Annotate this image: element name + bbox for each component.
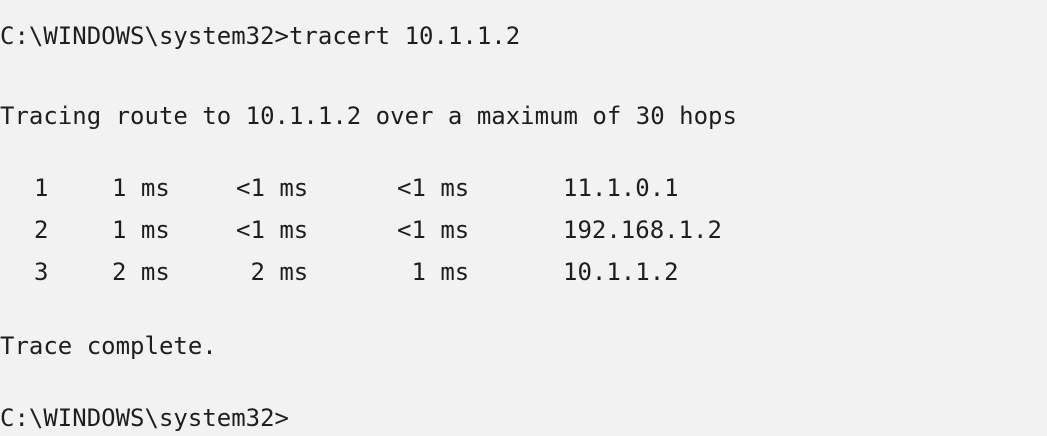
hop-time-3: 1 ms [397,258,470,286]
hop-time-2: <1 ms [236,174,309,202]
hop-row: 3 2 ms 2 ms 1 ms 10.1.1.2 [0,256,1047,288]
hop-row: 2 1 ms <1 ms <1 ms 192.168.1.2 [0,214,1047,246]
hop-time-2: <1 ms [236,216,309,244]
hop-address: 11.1.0.1 [563,174,679,202]
hop-number: 3 [34,258,49,286]
hop-time-1: 1 ms [112,216,170,244]
hop-time-2: 2 ms [236,258,309,286]
trace-header: Tracing route to 10.1.1.2 over a maximum… [0,102,737,130]
hop-time-3: <1 ms [397,216,470,244]
hop-number: 1 [34,174,49,202]
trace-footer: Trace complete. [0,332,217,360]
hop-time-3: <1 ms [397,174,470,202]
console-window[interactable]: C:\WINDOWS\system32>tracert 10.1.1.2 Tra… [0,0,1047,436]
hop-row: 1 1 ms <1 ms <1 ms 11.1.0.1 [0,172,1047,204]
command-line: C:\WINDOWS\system32>tracert 10.1.1.2 [0,22,521,50]
hop-address: 192.168.1.2 [563,216,722,244]
command-prompt[interactable]: C:\WINDOWS\system32> [0,402,289,434]
hop-time-1: 1 ms [112,174,170,202]
hop-address: 10.1.1.2 [563,258,679,286]
hop-time-1: 2 ms [112,258,170,286]
hop-number: 2 [34,216,49,244]
